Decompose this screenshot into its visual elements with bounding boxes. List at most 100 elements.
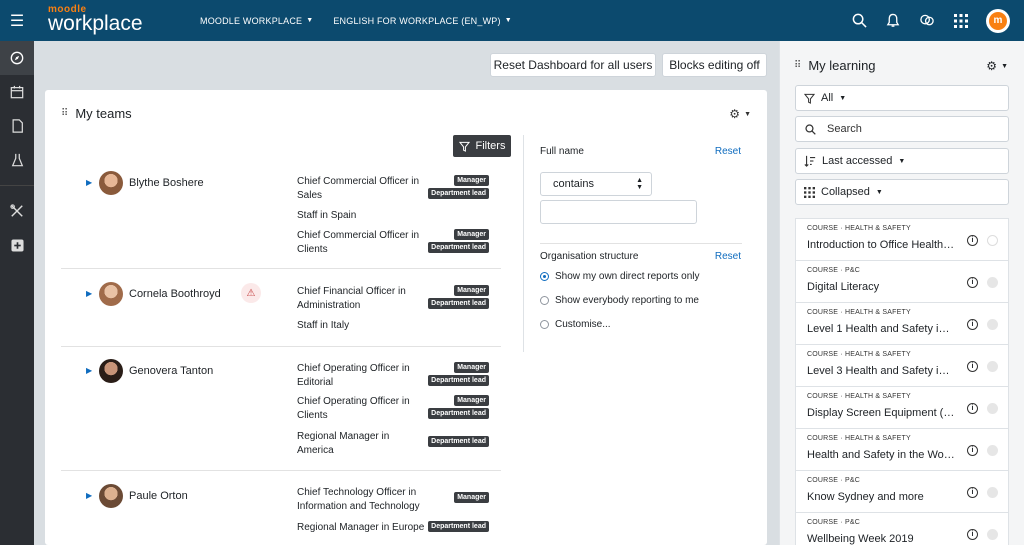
info-icon[interactable]: i xyxy=(967,445,978,456)
sort-dropdown[interactable]: Last accessed ▼ xyxy=(795,148,1009,174)
radio-label: Customise... xyxy=(555,319,611,330)
progress-icon xyxy=(987,319,998,330)
progress-icon xyxy=(987,487,998,498)
info-icon[interactable]: i xyxy=(967,529,978,540)
progress-icon xyxy=(987,361,998,372)
caret-down-icon: ▼ xyxy=(839,94,847,102)
block-actions-menu[interactable]: ⚙ ▼ xyxy=(729,107,751,121)
tools-icon[interactable] xyxy=(0,194,34,228)
course-item[interactable]: COURSE · P&C Digital Literacy i xyxy=(795,260,1009,302)
role-text: Chief Financial Officer in Administratio… xyxy=(297,286,406,311)
course-item[interactable]: COURSE · P&C Know Sydney and more i xyxy=(795,470,1009,512)
course-item[interactable]: COURSE · HEALTH & SAFETY Level 3 Health … xyxy=(795,344,1009,386)
course-item[interactable]: COURSE · HEALTH & SAFETY Health and Safe… xyxy=(795,428,1009,470)
compass-icon[interactable] xyxy=(0,41,34,75)
drag-handle-icon[interactable]: ⠿ xyxy=(61,108,68,119)
fullname-reset-link[interactable]: Reset xyxy=(715,146,741,157)
reset-dashboard-button[interactable]: Reset Dashboard for all users xyxy=(490,53,656,77)
course-item[interactable]: COURSE · HEALTH & SAFETY Level 1 Health … xyxy=(795,302,1009,344)
manager-badge: Manager xyxy=(454,362,489,373)
course-name[interactable]: Level 1 Health and Safety in the Workpla… xyxy=(807,323,955,335)
member-name[interactable]: Blythe Boshere xyxy=(129,177,204,189)
team-member-row: ▶ Blythe Boshere Chief Commercial Office… xyxy=(45,170,501,270)
info-icon[interactable]: i xyxy=(967,361,978,372)
radio-everybody[interactable]: Show everybody reporting to me xyxy=(540,295,699,306)
fullname-operator-select[interactable]: contains ▲ ▼ xyxy=(540,172,652,196)
member-name[interactable]: Paule Orton xyxy=(129,490,188,502)
info-icon[interactable]: i xyxy=(967,403,978,414)
manager-badge: Manager xyxy=(454,285,489,296)
user-avatar[interactable]: m xyxy=(986,8,1010,33)
info-icon[interactable]: i xyxy=(967,319,978,330)
role-badges: Manager Department lead xyxy=(428,175,489,199)
radio-direct-reports[interactable]: Show my own direct reports only xyxy=(540,271,700,282)
progress-icon xyxy=(987,235,998,246)
info-icon[interactable]: i xyxy=(967,235,978,246)
warning-icon[interactable]: ⚠ xyxy=(241,283,261,303)
nav-label: ENGLISH FOR WORKPLACE (EN_WP) xyxy=(333,15,501,26)
role-entry: Chief Financial Officer in Administratio… xyxy=(297,285,497,313)
course-name[interactable]: Display Screen Equipment (DSE) xyxy=(807,407,955,419)
role-entry: Staff in Italy xyxy=(297,319,497,333)
bell-icon[interactable] xyxy=(884,12,902,30)
top-icons: m xyxy=(850,0,1010,41)
avatar[interactable] xyxy=(99,171,123,195)
course-name[interactable]: Introduction to Office Health and Safety xyxy=(807,239,955,251)
view-label: Collapsed xyxy=(821,186,870,198)
apps-grid-icon[interactable] xyxy=(952,12,970,30)
logo-big-text: workplace xyxy=(48,12,143,35)
course-item[interactable]: COURSE · HEALTH & SAFETY Introduction to… xyxy=(795,218,1009,260)
add-icon[interactable] xyxy=(0,228,34,262)
menu-icon[interactable]: ☰ xyxy=(0,0,34,41)
course-item[interactable]: COURSE · HEALTH & SAFETY Display Screen … xyxy=(795,386,1009,428)
search-icon[interactable] xyxy=(850,12,868,30)
nav-moodle-workplace[interactable]: MOODLE WORKPLACE ▼ xyxy=(200,16,313,26)
search-field[interactable]: Search xyxy=(795,116,1009,142)
course-name[interactable]: Health and Safety in the Workplace xyxy=(807,449,955,461)
expand-chevron-icon[interactable]: ▶ xyxy=(86,289,92,298)
chat-icon[interactable] xyxy=(918,12,936,30)
avatar[interactable] xyxy=(99,359,123,383)
info-icon[interactable]: i xyxy=(967,277,978,288)
gear-icon: ⚙ xyxy=(986,59,998,73)
team-member-row: ▶ Genovera Tanton Chief Operating Office… xyxy=(45,358,501,458)
avatar[interactable] xyxy=(99,282,123,306)
role-text: Staff in Spain xyxy=(297,210,357,221)
member-name[interactable]: Genovera Tanton xyxy=(129,365,213,377)
fullname-input[interactable] xyxy=(540,200,697,224)
drag-handle-icon[interactable]: ⠿ xyxy=(794,60,801,71)
radio-customise[interactable]: Customise... xyxy=(540,319,611,330)
blocks-editing-button[interactable]: Blocks editing off xyxy=(662,53,767,77)
role-badges: Manager xyxy=(454,492,489,503)
expand-chevron-icon[interactable]: ▶ xyxy=(86,366,92,375)
file-icon[interactable] xyxy=(0,109,34,143)
view-dropdown[interactable]: Collapsed ▼ xyxy=(795,179,1009,205)
filter-panel: Full name Reset contains ▲ ▼ Organisation… xyxy=(523,135,745,352)
filters-button[interactable]: Filters xyxy=(453,135,511,157)
calendar-icon[interactable] xyxy=(0,75,34,109)
info-icon[interactable]: i xyxy=(967,487,978,498)
row-divider xyxy=(61,470,501,471)
expand-chevron-icon[interactable]: ▶ xyxy=(86,178,92,187)
role-text: Chief Commercial Officer in Sales xyxy=(297,176,420,201)
expand-chevron-icon[interactable]: ▶ xyxy=(86,491,92,500)
course-name[interactable]: Wellbeing Week 2019 xyxy=(807,533,955,545)
course-item[interactable]: COURSE · P&C Wellbeing Week 2019 i xyxy=(795,512,1009,545)
drawer-actions-menu[interactable]: ⚙ ▼ xyxy=(986,59,1008,73)
flask-icon[interactable] xyxy=(0,143,34,177)
course-name[interactable]: Digital Literacy xyxy=(807,281,955,293)
avatar-letter: m xyxy=(989,11,1007,30)
course-category: COURSE · HEALTH & SAFETY xyxy=(807,225,911,232)
member-name[interactable]: Cornela Boothroyd xyxy=(129,288,221,300)
org-reset-link[interactable]: Reset xyxy=(715,251,741,262)
role-badges: Department lead xyxy=(428,436,489,447)
course-name[interactable]: Level 3 Health and Safety in the Workpla… xyxy=(807,365,955,377)
block-header: ⠿ My teams xyxy=(61,106,132,121)
avatar[interactable] xyxy=(99,484,123,508)
course-name[interactable]: Know Sydney and more xyxy=(807,491,955,503)
filter-icon xyxy=(804,93,815,104)
role-badges: Manager Department lead xyxy=(428,362,489,386)
nav-language[interactable]: ENGLISH FOR WORKPLACE (EN_WP) ▼ xyxy=(333,16,511,26)
site-logo[interactable]: moodle workplace xyxy=(48,0,160,41)
filter-all-dropdown[interactable]: All ▼ xyxy=(795,85,1009,111)
